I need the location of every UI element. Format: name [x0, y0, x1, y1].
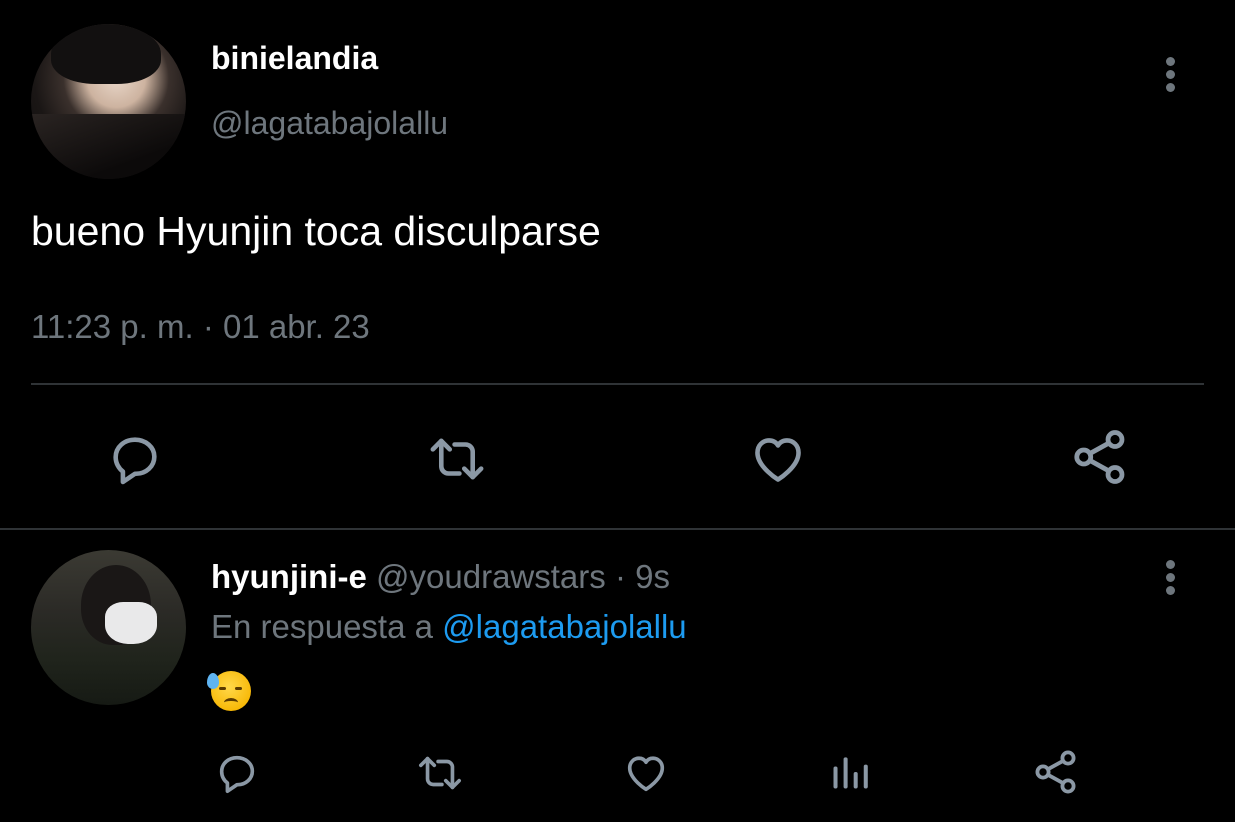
tweet-timestamp[interactable]: 11:23 p. m. · 01 abr. 23 — [31, 308, 370, 346]
reply-header: hyunjini-e @youdrawstars · 9s — [211, 558, 670, 596]
tweet-text: bueno Hyunjin toca disculparse — [31, 208, 601, 254]
section-divider — [0, 528, 1235, 530]
like-icon[interactable] — [623, 750, 669, 796]
avatar[interactable] — [31, 550, 186, 705]
more-options-icon[interactable] — [1156, 53, 1186, 97]
reply-context: En respuesta a @lagatabajolallu — [211, 608, 687, 646]
main-tweet: binielandia @lagatabajolallu bueno Hyunj… — [0, 0, 1235, 530]
user-handle[interactable]: @youdrawstars — [376, 558, 606, 595]
separator-dot: · — [614, 558, 626, 595]
display-name[interactable]: hyunjini-e — [211, 558, 367, 595]
like-icon[interactable] — [748, 430, 808, 488]
share-icon[interactable] — [1032, 748, 1080, 796]
display-name[interactable]: binielandia — [211, 40, 378, 77]
retweet-icon[interactable] — [414, 750, 466, 796]
share-icon[interactable] — [1070, 427, 1130, 487]
divider — [31, 383, 1204, 385]
reply-prefix: En respuesta a — [211, 608, 443, 645]
downcast-face-with-sweat-icon — [207, 671, 251, 712]
tweet-text — [207, 667, 251, 712]
avatar[interactable] — [31, 24, 186, 179]
more-options-icon[interactable] — [1156, 556, 1186, 600]
tweet-time[interactable]: 9s — [635, 558, 670, 595]
mention-link[interactable]: @lagatabajolallu — [442, 608, 687, 645]
analytics-icon[interactable] — [828, 750, 872, 794]
reply-icon[interactable] — [106, 430, 164, 488]
retweet-icon[interactable] — [425, 430, 489, 488]
user-handle[interactable]: @lagatabajolallu — [211, 105, 448, 142]
reply-icon[interactable] — [214, 750, 260, 796]
